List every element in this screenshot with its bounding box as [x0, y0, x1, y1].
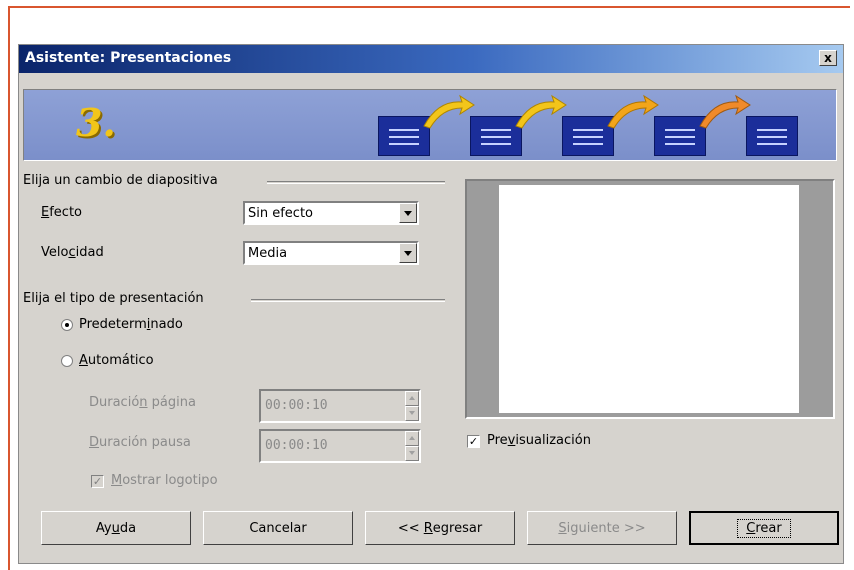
- cancel-button[interactable]: Cancelar: [203, 511, 353, 545]
- step-number: 3.: [76, 100, 116, 145]
- presentation-wizard-dialog: Asistente: Presentaciones x 3. Elija un …: [18, 44, 844, 564]
- chevron-down-icon: [404, 251, 412, 256]
- next-button[interactable]: Siguiente >>: [527, 511, 677, 545]
- page-duration-label: Duración página: [89, 395, 196, 410]
- default-radio-label[interactable]: Predeterminado: [79, 317, 183, 332]
- spin-down-button[interactable]: [405, 446, 419, 461]
- spin-up-button[interactable]: [405, 391, 419, 406]
- chevron-down-icon: [404, 211, 412, 216]
- chevron-up-icon: [409, 396, 415, 400]
- arrow-icon: [699, 94, 751, 129]
- slide-preview-pane: [465, 179, 835, 419]
- pause-duration-value: 00:00:10: [265, 438, 328, 453]
- spin-up-button[interactable]: [405, 431, 419, 446]
- chevron-down-icon: [409, 451, 415, 455]
- document-border-left: [8, 6, 10, 570]
- chevron-up-icon: [409, 436, 415, 440]
- speed-dropdown[interactable]: Media: [243, 241, 419, 265]
- chevron-down-icon: [409, 411, 415, 415]
- back-button[interactable]: << Regresar: [365, 511, 515, 545]
- speed-value: Media: [248, 246, 288, 261]
- page-duration-value: 00:00:10: [265, 398, 328, 413]
- window-title: Asistente: Presentaciones: [25, 50, 232, 66]
- preview-slide: [499, 185, 799, 413]
- page-duration-spinner[interactable]: 00:00:10: [259, 389, 421, 423]
- effect-value: Sin efecto: [248, 206, 314, 221]
- speed-label: Velocidad: [41, 245, 104, 260]
- default-radio[interactable]: [61, 319, 73, 331]
- title-bar[interactable]: Asistente: Presentaciones x: [19, 45, 843, 73]
- effect-label: Efecto: [41, 205, 82, 220]
- preview-checkbox[interactable]: ✓: [467, 435, 480, 448]
- show-logo-label: Mostrar logotipo: [111, 473, 218, 488]
- presentation-group-label: Elija el tipo de presentación: [23, 291, 204, 306]
- slide-icon: [746, 116, 798, 156]
- arrow-icon: [607, 94, 659, 129]
- group-divider: [267, 181, 445, 184]
- automatic-radio-label[interactable]: Automático: [79, 353, 154, 368]
- pause-duration-label: Duración pausa: [89, 435, 191, 450]
- group-divider: [251, 299, 445, 302]
- effect-dropdown[interactable]: Sin efecto: [243, 201, 419, 225]
- arrow-icon: [423, 94, 475, 129]
- transition-group-label: Elija un cambio de diapositiva: [23, 173, 218, 188]
- help-button[interactable]: Ay u da: [41, 511, 191, 545]
- wizard-banner: 3.: [23, 89, 837, 161]
- document-border-top: [8, 6, 850, 8]
- preview-checkbox-label[interactable]: Previsualización: [487, 433, 591, 448]
- spin-down-button[interactable]: [405, 406, 419, 421]
- create-button[interactable]: Crear: [689, 511, 839, 545]
- pause-duration-spinner[interactable]: 00:00:10: [259, 429, 421, 463]
- show-logo-checkbox[interactable]: ✓: [91, 475, 104, 488]
- arrow-icon: [515, 94, 567, 129]
- radio-selected-dot: [65, 323, 69, 327]
- close-button[interactable]: x: [819, 50, 837, 66]
- automatic-radio[interactable]: [61, 355, 73, 367]
- dropdown-button[interactable]: [399, 243, 417, 263]
- dropdown-button[interactable]: [399, 203, 417, 223]
